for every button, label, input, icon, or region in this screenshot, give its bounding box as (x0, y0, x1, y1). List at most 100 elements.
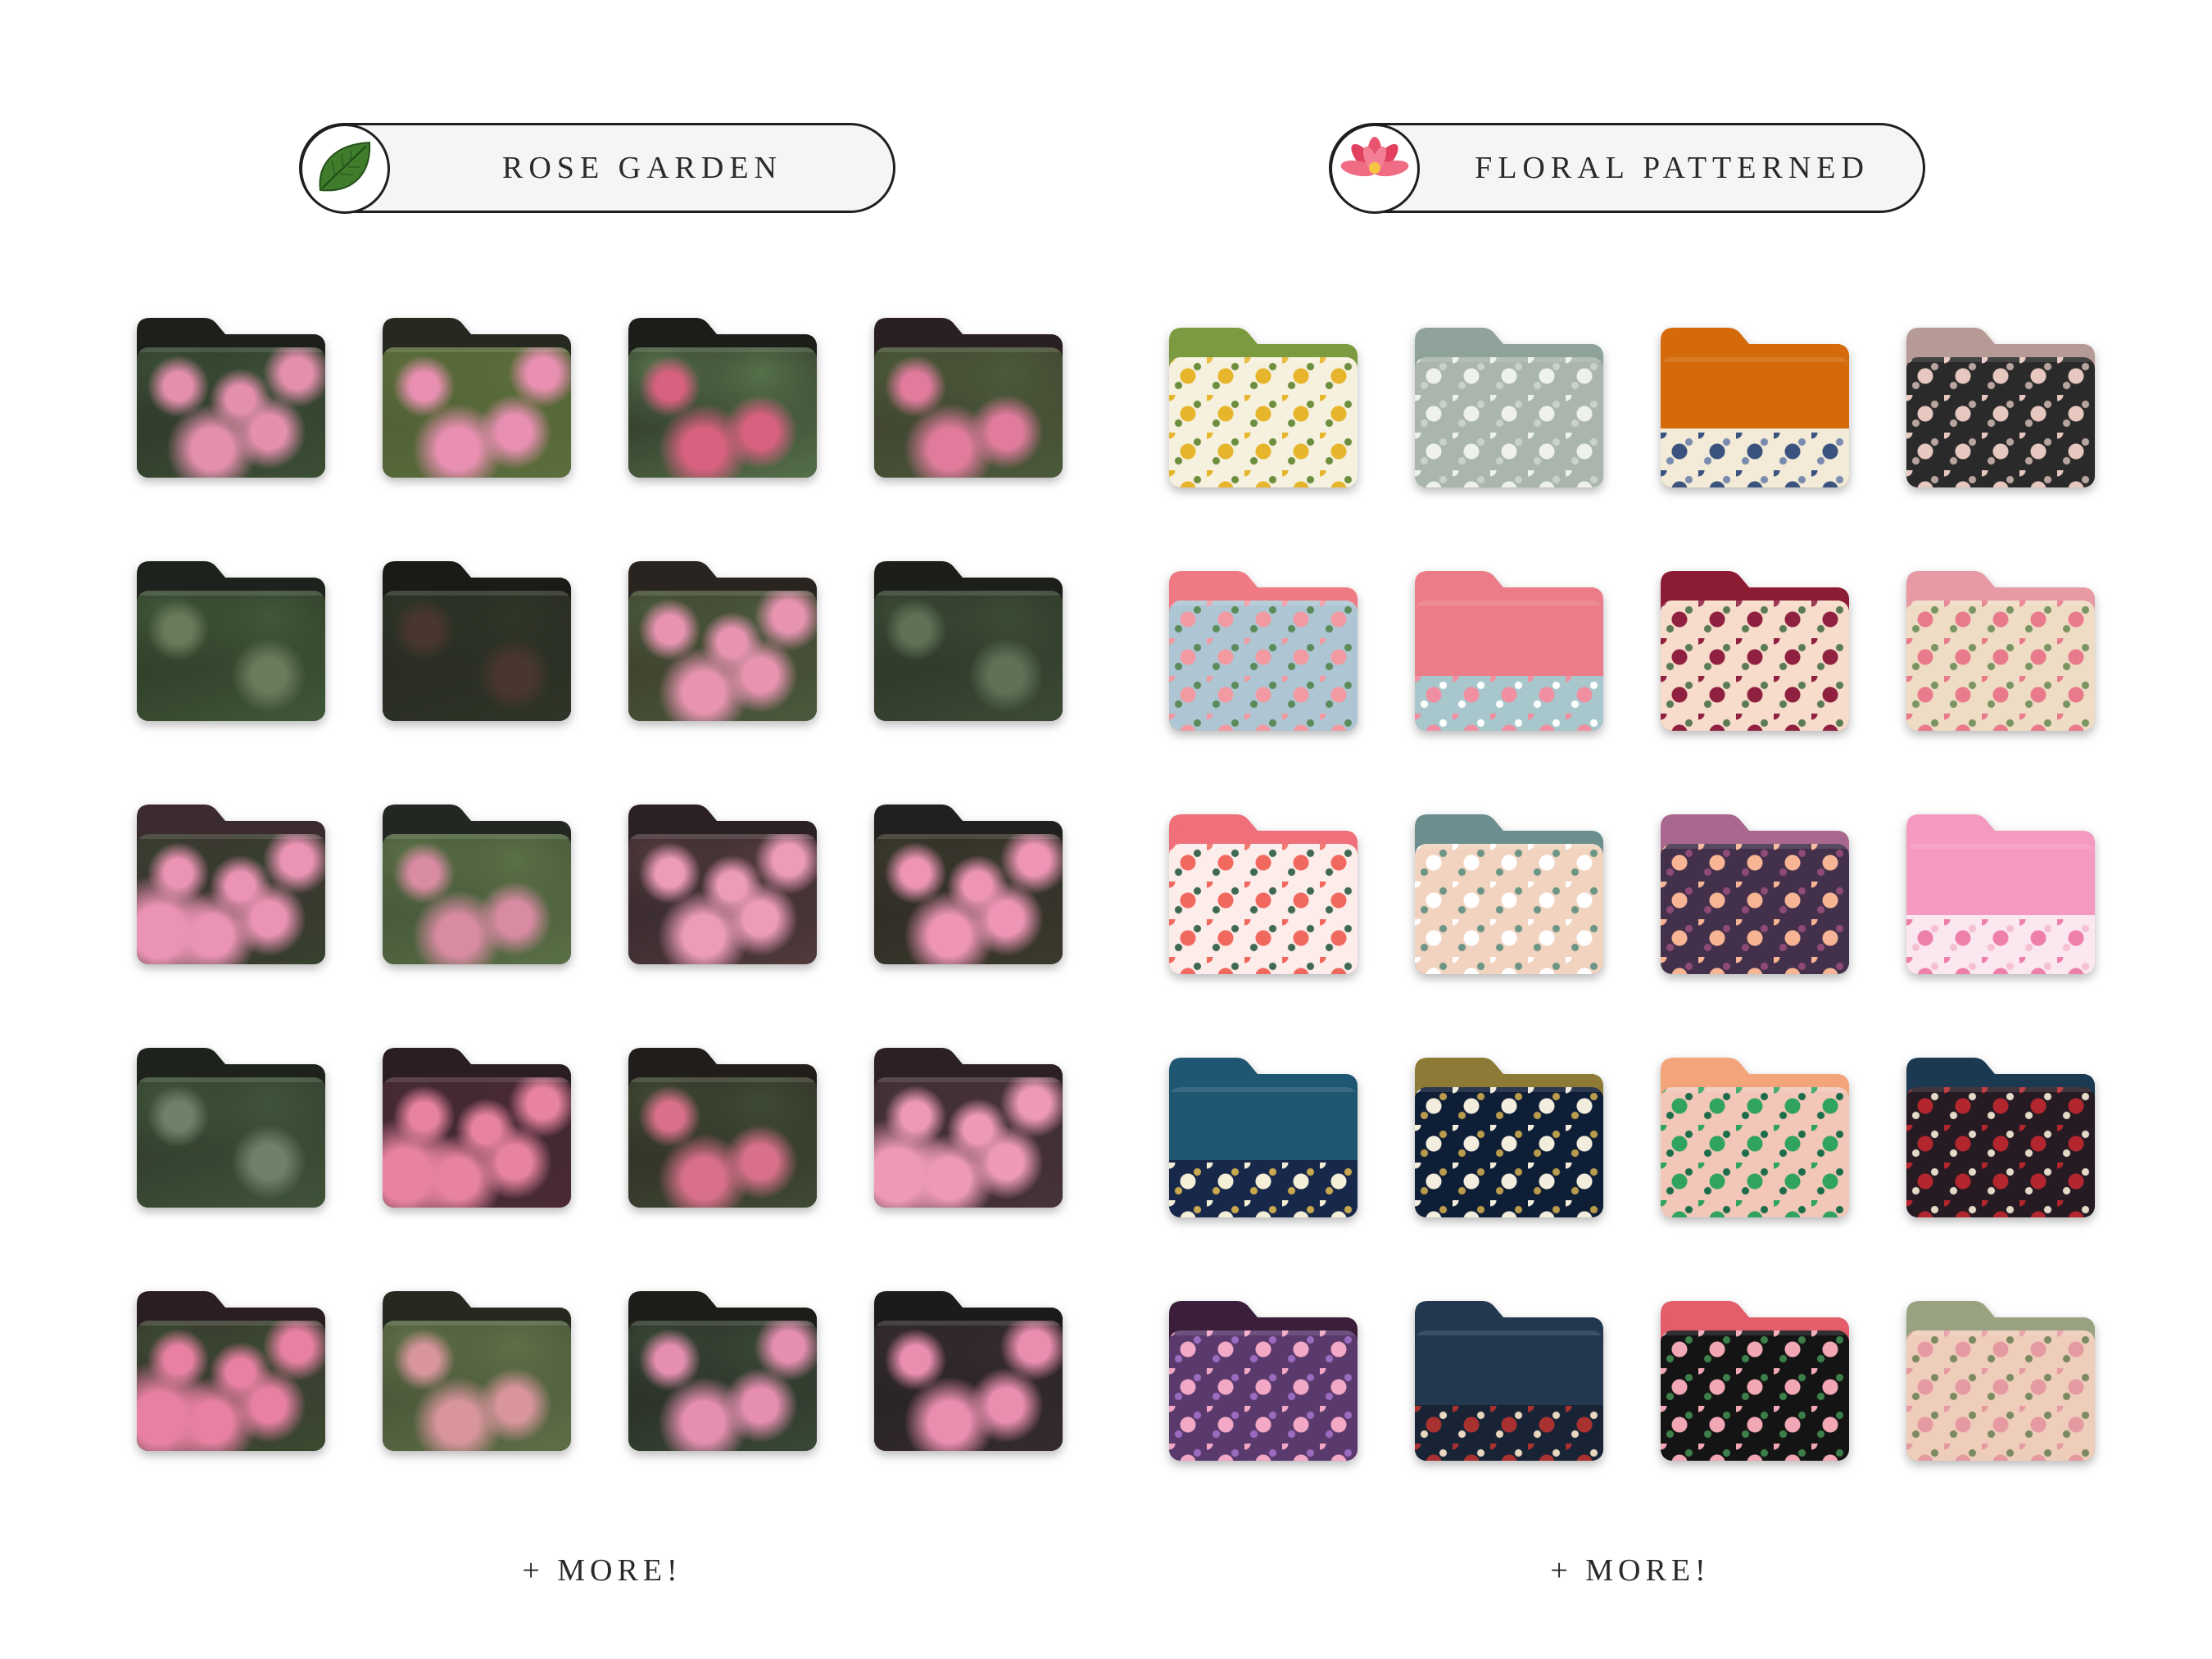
folder-sheen (137, 1077, 325, 1082)
folder-front (628, 1077, 817, 1208)
folder-pattern (137, 1077, 325, 1208)
folder-icon[interactable] (1906, 571, 2095, 731)
folder-icon[interactable] (874, 561, 1063, 721)
folder-icon[interactable] (1415, 1301, 1603, 1461)
folder-icon[interactable] (137, 1291, 325, 1451)
folder-pattern (1169, 1330, 1358, 1461)
folder-sheen (1169, 1087, 1358, 1092)
folder-sheen (1169, 357, 1358, 362)
folder-sheen (874, 834, 1063, 839)
folder-icon[interactable] (383, 318, 571, 478)
folder-icon[interactable] (1906, 328, 2095, 487)
folder-pattern (1906, 601, 2095, 731)
folder-front (383, 1077, 571, 1208)
rose-garden-header: ROSE GARDEN (299, 123, 895, 214)
folder-sheen (628, 1077, 817, 1082)
folder-icon[interactable] (1661, 1301, 1849, 1461)
folder-sheen (383, 347, 571, 352)
folder-solid-band (1169, 1087, 1358, 1160)
folder-front (1415, 1330, 1603, 1461)
folder-icon[interactable] (137, 805, 325, 964)
folder-pattern (1661, 844, 1849, 974)
folder-front (1906, 601, 2095, 731)
folder-pattern (383, 1077, 571, 1208)
folder-icon[interactable] (137, 318, 325, 478)
folder-sheen (874, 591, 1063, 596)
folder-icon[interactable] (137, 1048, 325, 1208)
folder-sheen (383, 591, 571, 596)
folder-pattern (874, 1077, 1063, 1208)
folder-icon[interactable] (1415, 571, 1603, 731)
folder-sheen (137, 347, 325, 352)
folder-icon[interactable] (1661, 1058, 1849, 1217)
folder-icon[interactable] (628, 805, 817, 964)
folder-front (137, 591, 325, 721)
folder-front (874, 834, 1063, 964)
folder-front (383, 591, 571, 721)
folder-icon[interactable] (628, 1048, 817, 1208)
folder-front (1169, 844, 1358, 974)
folder-pattern (383, 591, 571, 721)
folder-icon[interactable] (1169, 328, 1358, 487)
floral-patterned-header: FLORAL PATTERNED (1329, 123, 1925, 214)
folder-front (628, 834, 817, 964)
leaf-icon (300, 124, 390, 214)
folder-sheen (1169, 844, 1358, 849)
folder-icon[interactable] (383, 805, 571, 964)
folder-icon[interactable] (1169, 571, 1358, 731)
folder-pattern (137, 1321, 325, 1451)
folder-icon[interactable] (1906, 1058, 2095, 1217)
folder-pattern (628, 1321, 817, 1451)
folder-pattern (628, 834, 817, 964)
folder-icon[interactable] (137, 561, 325, 721)
folder-front (383, 347, 571, 478)
folder-sheen (1661, 1330, 1849, 1335)
folder-sheen (1906, 357, 2095, 362)
folder-icon[interactable] (874, 1291, 1063, 1451)
folder-front (874, 1321, 1063, 1451)
folder-front (1415, 844, 1603, 974)
folder-icon[interactable] (1415, 1058, 1603, 1217)
folder-front (1906, 1330, 2095, 1461)
folder-icon[interactable] (1415, 814, 1603, 974)
folder-icon[interactable] (1906, 814, 2095, 974)
folder-sheen (1661, 844, 1849, 849)
folder-icon[interactable] (1661, 814, 1849, 974)
folder-icon[interactable] (874, 1048, 1063, 1208)
folder-icon[interactable] (1906, 1301, 2095, 1461)
folder-sheen (1169, 601, 1358, 605)
folder-sheen (628, 347, 817, 352)
folder-icon[interactable] (1415, 328, 1603, 487)
folder-sheen (1415, 844, 1603, 849)
folder-sheen (1661, 601, 1849, 605)
folder-sheen (1169, 1330, 1358, 1335)
lotus-flower-icon (1330, 124, 1420, 214)
section-title: ROSE GARDEN (502, 151, 782, 185)
folder-icon[interactable] (874, 805, 1063, 964)
folder-front (137, 834, 325, 964)
folder-icon[interactable] (628, 561, 817, 721)
folder-icon[interactable] (383, 1048, 571, 1208)
folder-pattern (1906, 357, 2095, 487)
folder-front (1415, 601, 1603, 731)
folder-icon[interactable] (1169, 1058, 1358, 1217)
folder-icon[interactable] (1169, 814, 1358, 974)
folder-sheen (1906, 601, 2095, 605)
folder-sheen (1415, 357, 1603, 362)
folder-pattern (1661, 1330, 1849, 1461)
folder-sheen (628, 834, 817, 839)
folder-pattern (383, 347, 571, 478)
folder-sheen (1415, 601, 1603, 605)
folder-front (628, 1321, 817, 1451)
folder-pattern (1169, 844, 1358, 974)
folder-icon[interactable] (628, 318, 817, 478)
folder-icon[interactable] (1661, 328, 1849, 487)
folder-icon[interactable] (383, 1291, 571, 1451)
folder-icon[interactable] (628, 1291, 817, 1451)
folder-icon[interactable] (1169, 1301, 1358, 1461)
folder-icon[interactable] (874, 318, 1063, 478)
folder-front (1415, 1087, 1603, 1217)
folder-pattern (874, 591, 1063, 721)
folder-icon[interactable] (383, 561, 571, 721)
folder-icon[interactable] (1661, 571, 1849, 731)
